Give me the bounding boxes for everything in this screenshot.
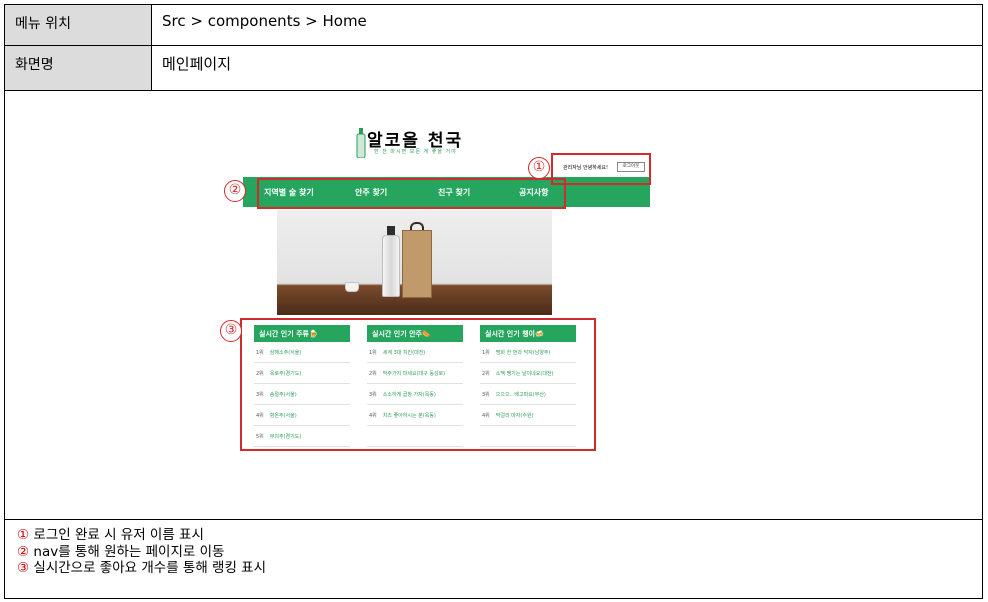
screen-name-value: 메인페이지 [162,55,232,73]
note-item: ② nav를 통해 원하는 페이지로 이동 [17,543,225,560]
menu-location-row: 메뉴 위치 Src > components > Home [5,5,982,46]
screen-name-row: 화면명 메인페이지 [5,46,982,91]
marker-1: ① [528,157,550,179]
logo-subtitle: 한 잔 마시면 모든 게 좋을 거야 [374,149,457,155]
marker-2: ② [224,180,246,202]
note-item: ① 로그인 완료 시 유저 이름 표시 [17,527,204,543]
annotation-box-ranking [240,318,596,451]
menu-location-label: 메뉴 위치 [5,5,152,45]
annotation-box-nav [257,178,566,209]
hero-image [277,210,552,315]
annotation-box-login [551,153,651,185]
hero-glass [345,282,359,292]
hero-gift-box [402,230,432,298]
screen-name-label: 화면명 [5,46,152,90]
menu-location-value: Src > components > Home [162,12,367,30]
annotation-notes: ① 로그인 완료 시 유저 이름 표시 ② nav를 통해 원하는 페이지로 이… [5,520,982,577]
marker-3: ③ [220,320,242,342]
site-logo[interactable]: 알코올 천국 한 잔 마시면 모든 게 좋을 거야 [351,124,481,160]
note-item: ③ 실시간으로 좋아요 개수를 통해 랭킹 표시 [17,560,267,576]
soju-bottle-icon [356,128,366,158]
hero-bottle [382,235,400,297]
